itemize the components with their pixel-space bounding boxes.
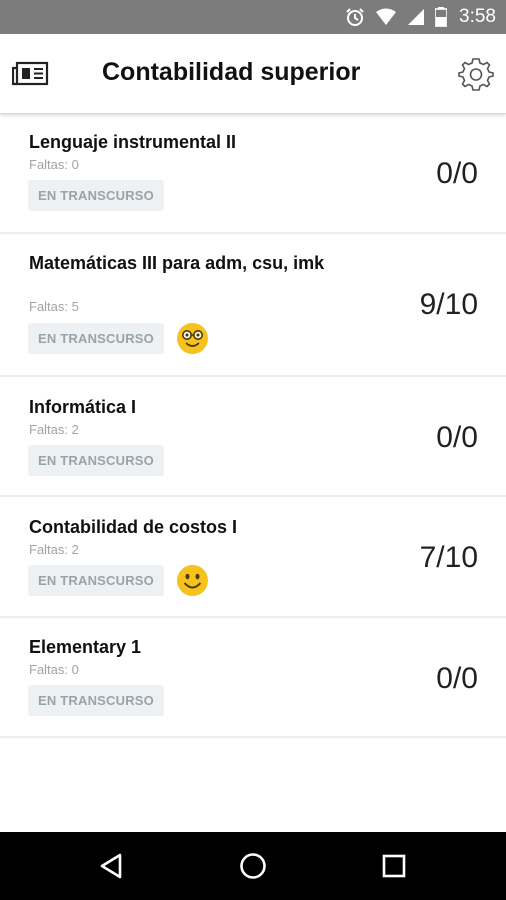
course-name: Lenguaje instrumental II [29,132,237,152]
status-badge: EN TRANSCURSO [28,685,164,716]
course-name: Elementary 1 [29,637,142,657]
course-row[interactable]: Informática I Faltas: 2 EN TRANSCURSO 0/… [0,377,506,497]
course-faltas: Faltas: 0 [29,662,79,677]
status-time: 3:58 [459,6,496,27]
course-faltas: Faltas: 5 [29,299,79,314]
course-row[interactable]: Contabilidad de costos I Faltas: 2 EN TR… [0,497,506,618]
smiley-icon [176,564,209,597]
course-name: Contabilidad de costos I [29,517,238,537]
course-row[interactable]: Elementary 1 Faltas: 0 EN TRANSCURSO 0/0 [0,618,506,738]
wifi-icon [375,8,397,26]
status-badge: EN TRANSCURSO [28,565,164,596]
course-name: Informática I [29,397,137,417]
course-name: Matemáticas III para adm, csu, imk [29,253,325,273]
page-title: Contabilidad superior [102,58,361,86]
app-bar: Contabilidad superior [0,34,506,114]
status-badge: EN TRANSCURSO [28,445,164,476]
course-row[interactable]: Matemáticas III para adm, csu, imk Falta… [0,234,506,377]
battery-icon [435,7,448,27]
home-icon[interactable] [237,850,269,882]
course-score: 0/0 [436,662,478,695]
gear-icon[interactable] [458,56,494,92]
alarm-icon [345,7,365,27]
back-icon[interactable] [96,850,128,882]
signal-icon [407,8,425,26]
course-faltas: Faltas: 0 [29,157,79,172]
course-list: Lenguaje instrumental II Faltas: 0 EN TR… [0,115,506,738]
course-score: 7/10 [419,541,478,574]
course-score: 9/10 [419,288,478,321]
course-faltas: Faltas: 2 [29,422,79,437]
course-score: 0/0 [436,157,478,190]
course-row[interactable]: Lenguaje instrumental II Faltas: 0 EN TR… [0,115,506,234]
nerd-smiley-icon [176,322,209,355]
course-faltas: Faltas: 2 [29,542,79,557]
recents-icon[interactable] [378,850,410,882]
news-icon[interactable] [11,60,50,88]
status-badge: EN TRANSCURSO [28,323,164,354]
status-bar: 3:58 [0,0,506,34]
navigation-bar [0,832,506,900]
course-score: 0/0 [436,421,478,454]
status-badge: EN TRANSCURSO [28,180,164,211]
